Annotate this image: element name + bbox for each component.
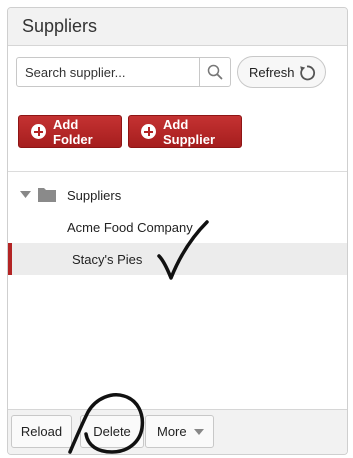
tree-root-label: Suppliers xyxy=(67,187,122,203)
suppliers-panel: Suppliers Refresh Add Folder Add Supplie… xyxy=(7,7,348,455)
add-folder-label: Add Folder xyxy=(53,116,93,147)
reload-label: Reload xyxy=(20,424,63,439)
search-box[interactable] xyxy=(16,57,231,87)
selection-indicator xyxy=(8,243,12,275)
search-icon xyxy=(207,64,223,80)
add-supplier-label: Add Supplier xyxy=(163,116,216,147)
search-input[interactable] xyxy=(17,58,205,86)
delete-button[interactable]: Delete xyxy=(80,415,144,448)
refresh-label: Refresh xyxy=(249,64,295,80)
add-supplier-button[interactable]: Add Supplier xyxy=(128,115,242,148)
more-button[interactable]: More xyxy=(145,415,214,448)
add-folder-button[interactable]: Add Folder xyxy=(18,115,122,148)
tree-item-stacys-pies[interactable]: Stacy's Pies xyxy=(8,243,347,275)
delete-label: Delete xyxy=(93,424,131,439)
plus-circle-icon xyxy=(31,124,46,139)
tree-item-acme-food-company[interactable]: Acme Food Company xyxy=(8,211,347,243)
divider xyxy=(8,171,347,172)
reload-button[interactable]: Reload xyxy=(11,415,72,448)
chevron-down-icon xyxy=(194,429,204,435)
tree-item-label: Acme Food Company xyxy=(67,219,193,235)
search-button[interactable] xyxy=(199,58,230,86)
more-label: More xyxy=(157,424,187,439)
plus-circle-icon xyxy=(141,124,156,139)
folder-icon xyxy=(38,188,56,202)
refresh-button[interactable]: Refresh xyxy=(237,56,326,88)
tree-item-label: Stacy's Pies xyxy=(72,251,143,267)
footer-toolbar: Reload Delete More xyxy=(8,409,347,454)
caret-down-icon[interactable] xyxy=(20,191,31,199)
tree-root-suppliers[interactable]: Suppliers xyxy=(8,179,347,211)
panel-title: Suppliers xyxy=(8,8,347,46)
refresh-icon xyxy=(300,65,316,81)
